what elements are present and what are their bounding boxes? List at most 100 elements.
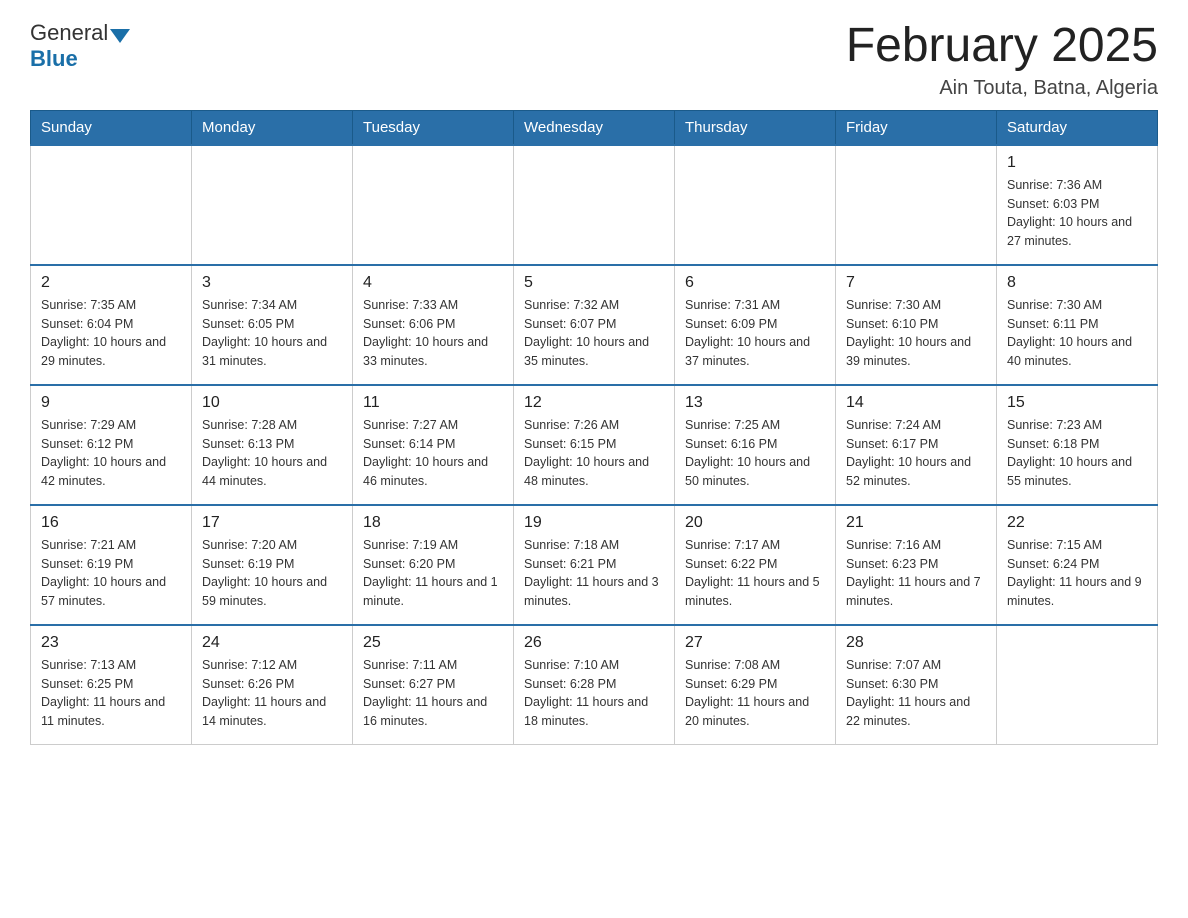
calendar-cell: 15 Sunrise: 7:23 AMSunset: 6:18 PMDayligh…	[997, 385, 1158, 505]
calendar-cell: 9 Sunrise: 7:29 AMSunset: 6:12 PMDaylight…	[31, 385, 192, 505]
calendar-cell: 10 Sunrise: 7:28 AMSunset: 6:13 PMDayligh…	[192, 385, 353, 505]
weekday-header-row: SundayMondayTuesdayWednesdayThursdayFrid…	[31, 110, 1158, 145]
day-info: Sunrise: 7:32 AMSunset: 6:07 PMDaylight:…	[524, 296, 664, 371]
day-info: Sunrise: 7:29 AMSunset: 6:12 PMDaylight:…	[41, 416, 181, 491]
day-info: Sunrise: 7:30 AMSunset: 6:10 PMDaylight:…	[846, 296, 986, 371]
calendar-cell: 17Sunrise: 7:20 AMSunset: 6:19 PMDayligh…	[192, 505, 353, 625]
calendar-cell: 2 Sunrise: 7:35 AMSunset: 6:04 PMDaylight…	[31, 265, 192, 385]
calendar-cell	[353, 145, 514, 265]
calendar-cell: 20 Sunrise: 7:17 AMSunset: 6:22 PMDayligh…	[675, 505, 836, 625]
location-title: Ain Touta, Batna, Algeria	[846, 77, 1158, 100]
title-block: February 2025 Ain Touta, Batna, Algeria	[846, 20, 1158, 100]
calendar-cell: 6 Sunrise: 7:31 AMSunset: 6:09 PMDaylight…	[675, 265, 836, 385]
day-number: 24	[202, 634, 342, 652]
page-header: General Blue February 2025 Ain Touta, Ba…	[30, 20, 1158, 100]
day-number: 6	[685, 274, 825, 292]
day-number: 18	[363, 514, 503, 532]
day-info: Sunrise: 7:07 AMSunset: 6:30 PMDaylight:…	[846, 656, 986, 731]
day-number: 16	[41, 514, 181, 532]
calendar-cell: 4 Sunrise: 7:33 AMSunset: 6:06 PMDaylight…	[353, 265, 514, 385]
weekday-header-monday: Monday	[192, 110, 353, 145]
calendar-cell	[514, 145, 675, 265]
day-number: 2	[41, 274, 181, 292]
day-number: 27	[685, 634, 825, 652]
day-number: 19	[524, 514, 664, 532]
day-info: Sunrise: 7:12 AMSunset: 6:26 PMDaylight:…	[202, 656, 342, 731]
calendar-week-row: 2 Sunrise: 7:35 AMSunset: 6:04 PMDaylight…	[31, 265, 1158, 385]
calendar-cell: 3 Sunrise: 7:34 AMSunset: 6:05 PMDaylight…	[192, 265, 353, 385]
day-info: Sunrise: 7:19 AMSunset: 6:20 PMDaylight:…	[363, 536, 503, 611]
calendar-cell: 7 Sunrise: 7:30 AMSunset: 6:10 PMDaylight…	[836, 265, 997, 385]
calendar-cell: 24 Sunrise: 7:12 AMSunset: 6:26 PMDayligh…	[192, 625, 353, 745]
day-number: 26	[524, 634, 664, 652]
logo-general: General	[30, 20, 108, 46]
day-number: 15	[1007, 394, 1147, 412]
calendar-cell	[31, 145, 192, 265]
day-number: 28	[846, 634, 986, 652]
day-info: Sunrise: 7:34 AMSunset: 6:05 PMDaylight:…	[202, 296, 342, 371]
calendar-cell	[675, 145, 836, 265]
day-number: 9	[41, 394, 181, 412]
weekday-header-thursday: Thursday	[675, 110, 836, 145]
weekday-header-wednesday: Wednesday	[514, 110, 675, 145]
calendar-cell: 21 Sunrise: 7:16 AMSunset: 6:23 PMDayligh…	[836, 505, 997, 625]
logo-blue: Blue	[30, 46, 78, 71]
day-info: Sunrise: 7:27 AMSunset: 6:14 PMDaylight:…	[363, 416, 503, 491]
day-info: Sunrise: 7:31 AMSunset: 6:09 PMDaylight:…	[685, 296, 825, 371]
day-number: 10	[202, 394, 342, 412]
calendar-cell: 19 Sunrise: 7:18 AMSunset: 6:21 PMDayligh…	[514, 505, 675, 625]
day-info: Sunrise: 7:08 AMSunset: 6:29 PMDaylight:…	[685, 656, 825, 731]
weekday-header-saturday: Saturday	[997, 110, 1158, 145]
day-info: Sunrise: 7:17 AMSunset: 6:22 PMDaylight:…	[685, 536, 825, 611]
day-info: Sunrise: 7:15 AMSunset: 6:24 PMDaylight:…	[1007, 536, 1147, 611]
calendar-cell	[997, 625, 1158, 745]
calendar-table: SundayMondayTuesdayWednesdayThursdayFrid…	[30, 110, 1158, 746]
day-number: 20	[685, 514, 825, 532]
day-number: 21	[846, 514, 986, 532]
day-number: 23	[41, 634, 181, 652]
day-number: 12	[524, 394, 664, 412]
calendar-cell: 13 Sunrise: 7:25 AMSunset: 6:16 PMDayligh…	[675, 385, 836, 505]
day-info: Sunrise: 7:35 AMSunset: 6:04 PMDaylight:…	[41, 296, 181, 371]
calendar-week-row: 16 Sunrise: 7:21 AMSunset: 6:19 PMDayligh…	[31, 505, 1158, 625]
calendar-cell: 14 Sunrise: 7:24 AMSunset: 6:17 PMDayligh…	[836, 385, 997, 505]
calendar-cell: 25Sunrise: 7:11 AMSunset: 6:27 PMDayligh…	[353, 625, 514, 745]
day-info: Sunrise: 7:11 AMSunset: 6:27 PMDaylight:…	[363, 656, 503, 731]
calendar-cell: 11 Sunrise: 7:27 AMSunset: 6:14 PMDayligh…	[353, 385, 514, 505]
calendar-week-row: 23 Sunrise: 7:13 AMSunset: 6:25 PMDayligh…	[31, 625, 1158, 745]
day-number: 14	[846, 394, 986, 412]
day-info: Sunrise: 7:30 AMSunset: 6:11 PMDaylight:…	[1007, 296, 1147, 371]
calendar-cell: 5 Sunrise: 7:32 AMSunset: 6:07 PMDaylight…	[514, 265, 675, 385]
day-number: 3	[202, 274, 342, 292]
day-number: 4	[363, 274, 503, 292]
calendar-cell: 16 Sunrise: 7:21 AMSunset: 6:19 PMDayligh…	[31, 505, 192, 625]
day-number: 5	[524, 274, 664, 292]
month-title: February 2025	[846, 20, 1158, 73]
day-number: 13	[685, 394, 825, 412]
day-number: 8	[1007, 274, 1147, 292]
calendar-cell: 28 Sunrise: 7:07 AMSunset: 6:30 PMDayligh…	[836, 625, 997, 745]
weekday-header-friday: Friday	[836, 110, 997, 145]
day-info: Sunrise: 7:33 AMSunset: 6:06 PMDaylight:…	[363, 296, 503, 371]
calendar-cell: 1 Sunrise: 7:36 AMSunset: 6:03 PMDaylight…	[997, 145, 1158, 265]
day-info: Sunrise: 7:36 AMSunset: 6:03 PMDaylight:…	[1007, 176, 1147, 251]
day-info: Sunrise: 7:28 AMSunset: 6:13 PMDaylight:…	[202, 416, 342, 491]
day-info: Sunrise: 7:21 AMSunset: 6:19 PMDaylight:…	[41, 536, 181, 611]
day-number: 1	[1007, 154, 1147, 172]
calendar-week-row: 9 Sunrise: 7:29 AMSunset: 6:12 PMDaylight…	[31, 385, 1158, 505]
weekday-header-sunday: Sunday	[31, 110, 192, 145]
day-number: 11	[363, 394, 503, 412]
calendar-cell	[836, 145, 997, 265]
weekday-header-tuesday: Tuesday	[353, 110, 514, 145]
day-info: Sunrise: 7:13 AMSunset: 6:25 PMDaylight:…	[41, 656, 181, 731]
day-info: Sunrise: 7:23 AMSunset: 6:18 PMDaylight:…	[1007, 416, 1147, 491]
day-info: Sunrise: 7:25 AMSunset: 6:16 PMDaylight:…	[685, 416, 825, 491]
day-number: 17	[202, 514, 342, 532]
calendar-cell: 12Sunrise: 7:26 AMSunset: 6:15 PMDayligh…	[514, 385, 675, 505]
day-info: Sunrise: 7:24 AMSunset: 6:17 PMDaylight:…	[846, 416, 986, 491]
calendar-cell: 8 Sunrise: 7:30 AMSunset: 6:11 PMDaylight…	[997, 265, 1158, 385]
day-info: Sunrise: 7:16 AMSunset: 6:23 PMDaylight:…	[846, 536, 986, 611]
day-number: 7	[846, 274, 986, 292]
day-info: Sunrise: 7:18 AMSunset: 6:21 PMDaylight:…	[524, 536, 664, 611]
calendar-cell: 26Sunrise: 7:10 AMSunset: 6:28 PMDayligh…	[514, 625, 675, 745]
